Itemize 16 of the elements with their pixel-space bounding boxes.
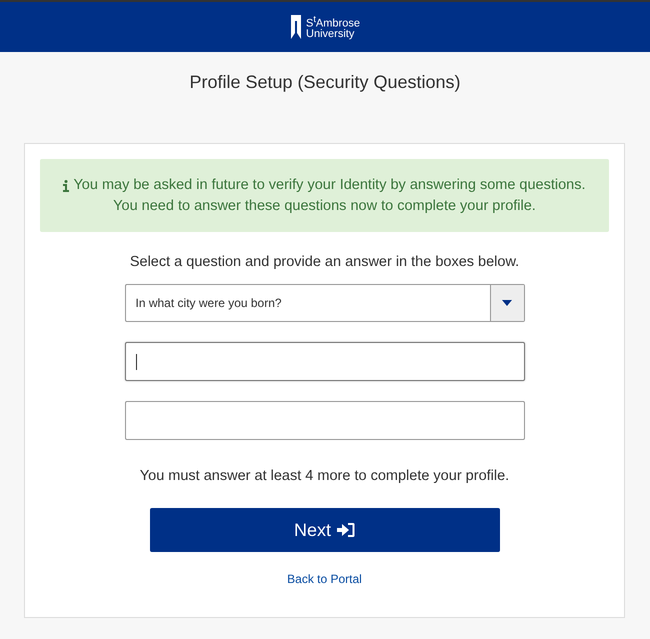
answer-field[interactable]	[124, 401, 524, 440]
next-button[interactable]: Next	[150, 508, 500, 552]
alert-text: You need to answer these questions now to complete your profile.	[113, 197, 536, 216]
logo-text: University	[306, 29, 356, 40]
logo-text: S$^{t}$Ambrose	[306, 14, 360, 30]
sign-in-icon	[337, 522, 355, 538]
logo-icon	[290, 15, 302, 39]
remaining-note: You must answer at least 4 more to complete your profile.	[140, 468, 510, 484]
back-to-portal-link[interactable]: Back to Portal	[287, 572, 362, 586]
answer-field[interactable]	[124, 342, 524, 381]
page-title: Profile Setup (Security Questions)	[188, 71, 462, 94]
info-icon	[63, 180, 70, 192]
question-dropdown[interactable]: In what city were you born?	[124, 284, 524, 322]
alert-text: You may be asked in future to verify your Identity by answering some questions.	[73, 176, 586, 195]
instruction-text: Select a question and provide an answer in the boxes below.	[130, 254, 520, 270]
caret-down-icon	[502, 300, 512, 306]
